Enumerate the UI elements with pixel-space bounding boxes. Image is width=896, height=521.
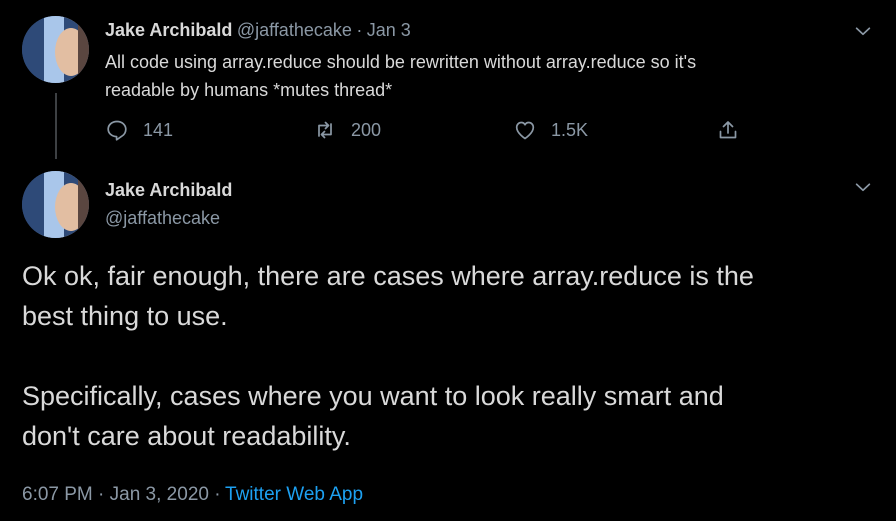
thread-connector-line (55, 93, 57, 159)
author-name[interactable]: Jake Archibald (105, 20, 232, 40)
author-handle[interactable]: @jaffathecake (105, 208, 220, 229)
avatar-photo-icon (22, 171, 89, 238)
main-tweet-text: Ok ok, fair enough, there are cases wher… (22, 256, 754, 456)
tweet-text-line: Ok ok, fair enough, there are cases wher… (22, 261, 754, 291)
parent-tweet-header: Jake Archibald @jaffathecake · Jan 3 (105, 20, 411, 41)
tweet-text-line: don't care about readability. (22, 421, 351, 451)
chevron-down-icon (855, 27, 871, 36)
tweet-date[interactable]: Jan 3 (367, 20, 411, 40)
more-options-button[interactable] (852, 176, 874, 198)
author-handle[interactable]: @jaffathecake (237, 20, 352, 40)
reply-count: 141 (143, 119, 174, 140)
like-button[interactable]: 1.5K (513, 118, 588, 142)
avatar[interactable] (22, 16, 89, 83)
reply-button[interactable]: 141 (105, 118, 173, 142)
retweet-button[interactable]: 200 (313, 118, 381, 142)
retweet-count: 200 (351, 119, 382, 140)
tweet-timestamp[interactable]: 6:07 PM · Jan 3, 2020 · (22, 484, 221, 505)
reply-icon (105, 118, 129, 142)
author-name[interactable]: Jake Archibald (105, 180, 232, 201)
share-button[interactable] (716, 118, 740, 142)
like-count: 1.5K (551, 119, 589, 140)
header-separator: · (356, 20, 363, 40)
heart-icon (513, 118, 537, 142)
parent-tweet-text: All code using array.reduce should be re… (105, 48, 696, 104)
tweet-text-line: Specifically, cases where you want to lo… (22, 381, 724, 411)
avatar-photo-icon (22, 16, 89, 83)
tweet-source-link[interactable]: Twitter Web App (225, 484, 363, 505)
avatar[interactable] (22, 171, 89, 238)
tweet-text-line: readable by humans *mutes thread* (105, 80, 393, 100)
chevron-down-icon (855, 183, 871, 192)
retweet-icon (313, 118, 337, 142)
more-options-button[interactable] (852, 20, 874, 42)
share-icon (716, 118, 740, 142)
tweet-text-line: All code using array.reduce should be re… (105, 52, 697, 72)
tweet-text-line: best thing to use. (22, 301, 228, 331)
tweet-meta: 6:07 PM · Jan 3, 2020 · Twitter Web App (22, 484, 363, 506)
